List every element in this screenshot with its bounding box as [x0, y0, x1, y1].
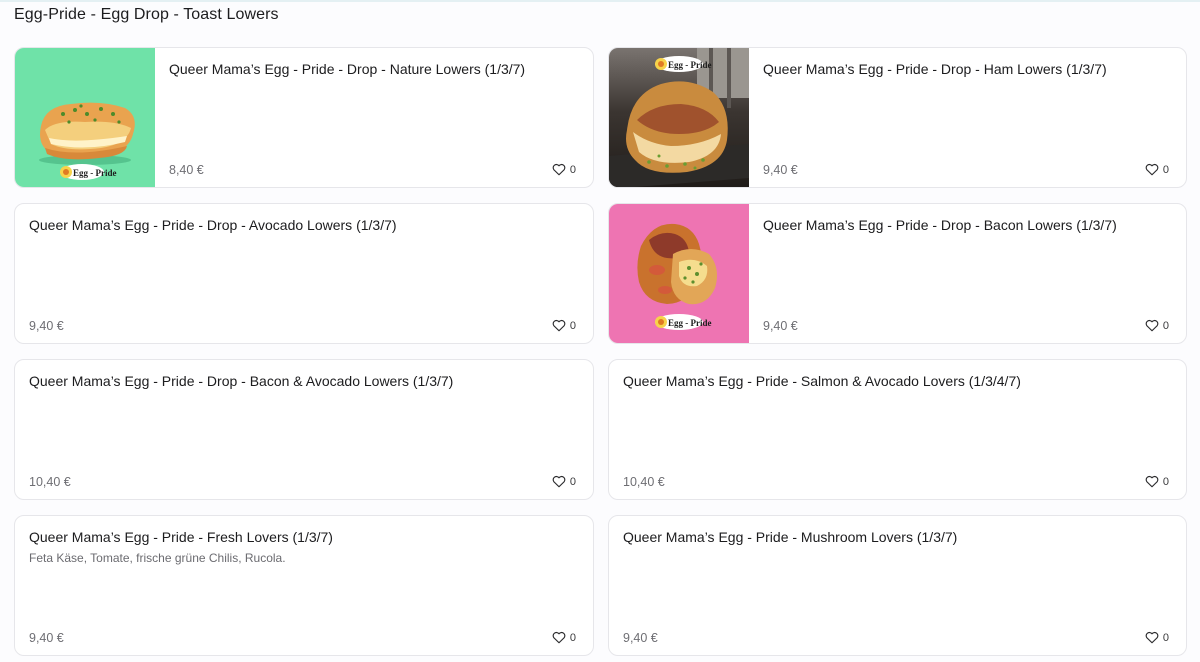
product-card[interactable]: Queer Mama’s Egg - Pride - Mushroom Love…: [608, 515, 1187, 656]
like-count: 0: [569, 163, 576, 176]
section-title: Egg-Pride - Egg Drop - Toast Lowers: [14, 6, 279, 23]
product-title[interactable]: Queer Mama’s Egg - Pride - Drop - Bacon …: [29, 373, 453, 389]
heart-outline-icon: [552, 319, 566, 332]
product-title[interactable]: Queer Mama’s Egg - Pride - Drop - Bacon …: [763, 217, 1117, 233]
product-price: 8,40 €: [169, 163, 204, 177]
like-button[interactable]: 0: [552, 631, 576, 644]
product-card[interactable]: Queer Mama’s Egg - Pride - Drop - Avocad…: [14, 203, 594, 344]
product-card[interactable]: Egg - Pride Queer Mama’s Egg - Pride - D…: [14, 47, 594, 188]
product-image-nature: Egg - Pride: [15, 48, 155, 187]
product-card[interactable]: Queer Mama’s Egg - Pride - Fresh Lovers …: [14, 515, 594, 656]
product-grid: Egg - Pride Queer Mama’s Egg - Pride - D…: [14, 47, 1187, 656]
product-title[interactable]: Queer Mama’s Egg - Pride - Fresh Lovers …: [29, 529, 333, 545]
like-count: 0: [1162, 631, 1169, 644]
product-card[interactable]: Egg - Pride Queer Mama’s Egg - Pride - D…: [608, 203, 1187, 344]
product-price: 9,40 €: [763, 163, 798, 177]
product-card[interactable]: Queer Mama’s Egg - Pride - Salmon & Avoc…: [608, 359, 1187, 500]
like-count: 0: [1162, 475, 1169, 488]
like-count: 0: [569, 319, 576, 332]
heart-outline-icon: [1145, 163, 1159, 176]
product-title[interactable]: Queer Mama’s Egg - Pride - Drop - Avocad…: [29, 217, 397, 233]
logo-text: Egg - Pride: [668, 318, 712, 328]
heart-outline-icon: [1145, 319, 1159, 332]
logo-text: Egg - Pride: [73, 168, 117, 178]
like-count: 0: [569, 475, 576, 488]
like-button[interactable]: 0: [552, 475, 576, 488]
product-title[interactable]: Queer Mama’s Egg - Pride - Salmon & Avoc…: [623, 373, 1021, 389]
like-button[interactable]: 0: [1145, 631, 1169, 644]
heart-outline-icon: [552, 631, 566, 644]
heart-outline-icon: [1145, 475, 1159, 488]
product-price: 9,40 €: [29, 631, 64, 645]
heart-outline-icon: [1145, 631, 1159, 644]
product-price: 9,40 €: [623, 631, 658, 645]
like-count: 0: [1162, 163, 1169, 176]
heart-outline-icon: [552, 163, 566, 176]
product-title[interactable]: Queer Mama’s Egg - Pride - Mushroom Love…: [623, 529, 957, 545]
product-price: 9,40 €: [763, 319, 798, 333]
product-image-ham: Egg - Pride: [609, 48, 749, 187]
like-button[interactable]: 0: [1145, 475, 1169, 488]
heart-outline-icon: [552, 475, 566, 488]
product-title[interactable]: Queer Mama’s Egg - Pride - Drop - Ham Lo…: [763, 61, 1107, 77]
like-count: 0: [1162, 319, 1169, 332]
logo-text: Egg - Pride: [668, 60, 712, 70]
product-card[interactable]: Queer Mama’s Egg - Pride - Drop - Bacon …: [14, 359, 594, 500]
product-title[interactable]: Queer Mama’s Egg - Pride - Drop - Nature…: [169, 61, 525, 77]
product-price: 10,40 €: [29, 475, 71, 489]
like-button[interactable]: 0: [1145, 319, 1169, 332]
top-divider: [0, 0, 1200, 2]
product-image-bacon: Egg - Pride: [609, 204, 749, 343]
like-button[interactable]: 0: [552, 319, 576, 332]
like-button[interactable]: 0: [1145, 163, 1169, 176]
like-button[interactable]: 0: [552, 163, 576, 176]
product-price: 10,40 €: [623, 475, 665, 489]
product-price: 9,40 €: [29, 319, 64, 333]
product-description: Feta Käse, Tomate, frische grüne Chilis,…: [29, 551, 286, 565]
like-count: 0: [569, 631, 576, 644]
product-card[interactable]: Egg - Pride Queer Mama’s Egg - Pride - D…: [608, 47, 1187, 188]
